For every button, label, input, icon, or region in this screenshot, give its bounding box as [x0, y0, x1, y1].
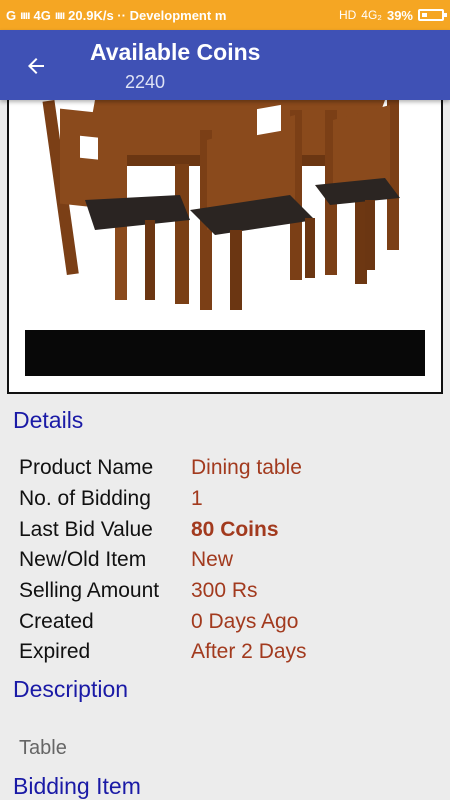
- detail-label: No. of Bidding: [19, 487, 151, 511]
- detail-label: Last Bid Value: [19, 517, 153, 541]
- detail-value: Dining table: [191, 456, 302, 480]
- carrier-label: G: [6, 7, 17, 23]
- detail-label: New/Old Item: [19, 548, 147, 572]
- bidding-item-heading: Bidding Item: [13, 773, 141, 799]
- detail-value: New: [191, 548, 234, 572]
- detail-row-condition: New/Old Item New: [19, 545, 439, 576]
- status-notification-text: 20.9K/s ·· Development m: [68, 7, 227, 23]
- description-heading: Description: [13, 676, 129, 702]
- status-bar: G ıııı 4G ıııı 20.9K/s ·· Development m …: [0, 0, 450, 30]
- status-left: G ıııı 4G ıııı 20.9K/s ·· Development m: [6, 8, 286, 23]
- hd-indicator: HD: [338, 8, 357, 22]
- detail-value: After 2 Days: [191, 640, 307, 664]
- detail-label: Product Name: [19, 456, 154, 480]
- details-heading: Details: [13, 407, 84, 433]
- status-right: HD 4G₂ 39%: [338, 7, 447, 23]
- network-indicator: 4G₂: [361, 8, 382, 22]
- detail-value: 0 Days Ago: [191, 609, 299, 633]
- detail-value: 1: [191, 487, 203, 511]
- battery-icon: [418, 9, 447, 21]
- battery-percent: 39%: [386, 7, 413, 23]
- app-bar: Available Coins 2240: [0, 30, 450, 100]
- product-image: [25, 100, 425, 376]
- detail-row-bidding-count: No. of Bidding 1: [19, 484, 439, 515]
- signal-icon: ıııı: [20, 8, 30, 22]
- detail-row-expired: Expired After 2 Days: [19, 637, 439, 668]
- signal-icon-2: ıııı: [54, 8, 65, 22]
- detail-value: 300 Rs: [191, 579, 258, 603]
- detail-row-created: Created 0 Days Ago: [19, 606, 439, 637]
- page-title: Available Coins: [90, 39, 261, 65]
- detail-label: Created: [19, 609, 94, 633]
- description-text: Table: [19, 737, 67, 759]
- detail-value: 80 Coins: [191, 517, 279, 541]
- image-bottom-bar: [25, 330, 425, 376]
- detail-row-product-name: Product Name Dining table: [19, 453, 439, 484]
- coins-count: 2240: [125, 72, 166, 92]
- network-type: 4G: [33, 7, 51, 23]
- detail-row-selling-amount: Selling Amount 300 Rs: [19, 576, 439, 607]
- arrow-left-icon: [28, 58, 44, 74]
- detail-label: Expired: [19, 640, 91, 664]
- detail-label: Selling Amount: [19, 579, 160, 603]
- detail-row-last-bid: Last Bid Value 80 Coins: [19, 514, 439, 545]
- details-table: Product Name Dining table No. of Bidding…: [19, 453, 439, 668]
- dining-table-illustration: [42, 100, 400, 310]
- product-image-frame: [7, 100, 443, 394]
- back-button[interactable]: [18, 48, 54, 84]
